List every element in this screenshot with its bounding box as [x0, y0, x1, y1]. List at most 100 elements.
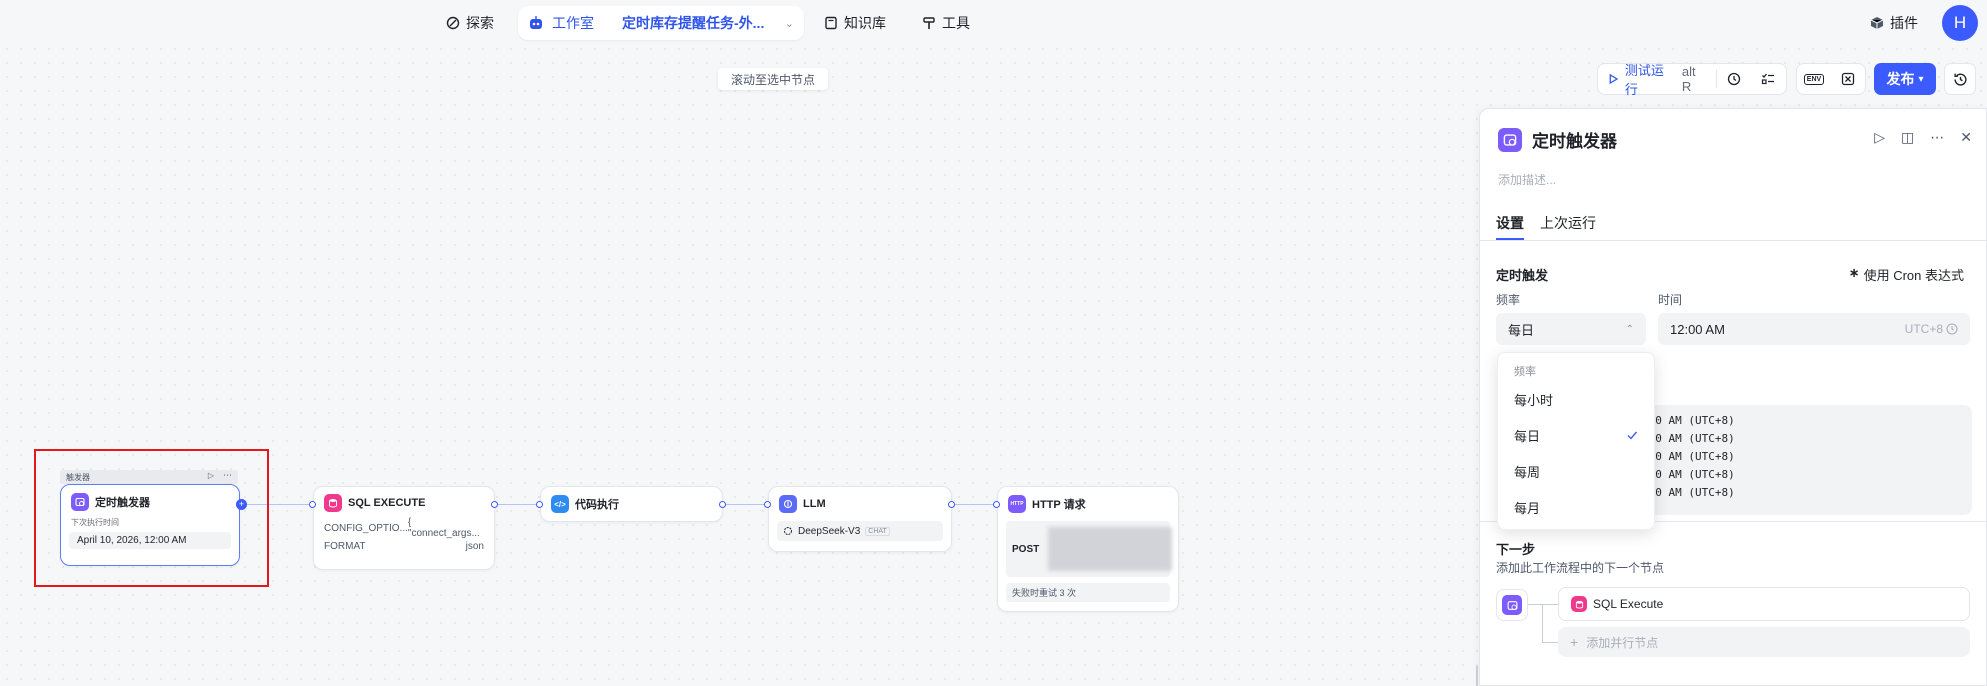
chevron-up-icon: ⌃	[1625, 323, 1634, 335]
nav-knowledge-label: 知识库	[844, 15, 886, 31]
timer-icon	[1502, 595, 1522, 615]
dropdown-option-hourly[interactable]: 每小时	[1498, 381, 1654, 417]
dropdown-option-weekly[interactable]: 每周	[1498, 453, 1654, 489]
more-icon[interactable]: ⋯	[223, 470, 232, 481]
preview-line: :00 AM (UTC+8)	[1642, 432, 1735, 445]
code-icon: </>	[551, 495, 569, 513]
debug-history-button[interactable]	[1717, 64, 1751, 94]
dropdown-option-monthly[interactable]: 每月	[1498, 489, 1654, 525]
close-icon[interactable]: ✕	[1960, 129, 1972, 146]
trigger-node-title: 定时触发器	[95, 497, 150, 509]
cube-icon	[1870, 17, 1884, 29]
next-node-card[interactable]: SQL Execute	[1558, 587, 1970, 621]
test-run-button[interactable]: 测试运行 alt R	[1598, 63, 1716, 97]
schedule-preview: :00 AM (UTC+8) :00 AM (UTC+8) :00 AM (UT…	[1640, 405, 1972, 515]
trigger-group-text: 触发器	[66, 473, 90, 482]
top-nav: 探索 工作室 定时库存提醒任务-外... ⌄ 知识库 工具 插件 H	[0, 0, 1987, 46]
nav-plugins[interactable]: 插件	[1870, 11, 1918, 35]
tab-last-run[interactable]: 上次运行	[1540, 213, 1596, 233]
nav-workflow-tab[interactable]: 工作室 定时库存提醒任务-外... ⌄	[518, 6, 804, 40]
test-run-label: 测试运行	[1624, 63, 1664, 97]
database-icon	[324, 494, 342, 512]
llm-node[interactable]: LLM DeepSeek-V3 CHAT	[768, 486, 952, 552]
llm-input-port[interactable]	[764, 501, 771, 508]
clock-icon	[1946, 323, 1958, 335]
connector-line	[1542, 642, 1558, 643]
sql-row-format: FORMAT json	[314, 537, 494, 555]
model-logo-icon	[784, 527, 792, 535]
sql-output-port[interactable]	[491, 501, 498, 508]
nav-plugins-label: 插件	[1890, 15, 1918, 31]
option-label: 每月	[1514, 500, 1541, 516]
nav-studio-label: 工作室	[552, 15, 594, 31]
history-icon	[1953, 73, 1967, 86]
publish-label: 发布	[1886, 71, 1915, 87]
timer-icon	[71, 493, 89, 511]
freq-label: 频率	[1496, 293, 1521, 307]
code-output-port[interactable]	[719, 501, 726, 508]
panel-resize-handle[interactable]	[1476, 666, 1478, 686]
panel-header: 定时触发器	[1498, 127, 1617, 152]
run-node-icon[interactable]: ▷	[1874, 129, 1885, 146]
http-request-node[interactable]: HTTP HTTP 请求 POST 失败时重试 3 次	[997, 486, 1179, 612]
time-picker[interactable]: 12:00 AM UTC+8	[1658, 313, 1970, 345]
publish-button[interactable]: 发布 ▾	[1874, 63, 1936, 95]
llm-model-row: DeepSeek-V3 CHAT	[777, 521, 943, 541]
code-exec-node[interactable]: </> 代码执行	[540, 486, 723, 522]
play-icon[interactable]: ▷	[208, 471, 214, 480]
option-label: 每周	[1514, 464, 1541, 480]
run-toolbar: 测试运行 alt R	[1597, 63, 1787, 97]
http-input-port[interactable]	[993, 501, 1000, 508]
sql-node-title: SQL EXECUTE	[348, 497, 426, 509]
variable-icon	[1841, 72, 1855, 86]
edge-llm-http	[952, 504, 997, 505]
sql-input-port[interactable]	[309, 501, 316, 508]
variable-button[interactable]	[1831, 64, 1865, 94]
scroll-to-selected-button[interactable]: 滚动至选中节点	[718, 68, 828, 90]
next-step-desc: 添加此工作流程中的下一个节点	[1496, 561, 1665, 575]
redacted-url-block	[1048, 527, 1172, 571]
description-input[interactable]: 添加描述...	[1498, 171, 1556, 188]
add-parallel-button[interactable]: + 添加并行节点	[1558, 627, 1970, 657]
timezone-label: UTC+8	[1904, 322, 1943, 336]
tab-settings[interactable]: 设置	[1496, 213, 1524, 240]
plus-icon: +	[1570, 634, 1579, 650]
preview-line: :00 AM (UTC+8)	[1642, 468, 1735, 481]
trigger-group-label: 触发器 ▷ ⋯	[60, 470, 238, 484]
checklist-button[interactable]	[1751, 64, 1785, 94]
nav-tools[interactable]: 工具	[922, 11, 970, 35]
sql-execute-node[interactable]: SQL EXECUTE CONFIG_OPTIO... { "connect_a…	[313, 486, 495, 570]
chevron-down-icon: ▾	[1918, 73, 1924, 85]
trigger-next-label: 下次执行时间	[71, 518, 119, 527]
preview-line: :00 AM (UTC+8)	[1642, 414, 1735, 427]
play-icon	[1609, 73, 1619, 85]
avatar[interactable]: H	[1942, 5, 1978, 41]
cron-toggle[interactable]: ∗ 使用 Cron 表达式	[1849, 265, 1964, 284]
dropdown-option-daily[interactable]: 每日	[1498, 417, 1654, 453]
chevron-down-icon[interactable]: ⌄	[785, 17, 794, 30]
sql-row-key: CONFIG_OPTIO...	[324, 522, 408, 534]
trigger-node[interactable]: 定时触发器 下次执行时间 April 10, 2026, 12:00 AM	[60, 484, 240, 566]
http-retry: 失败时重试 3 次	[1006, 583, 1170, 602]
time-label: 时间	[1658, 293, 1683, 307]
connector-line	[1542, 604, 1543, 642]
timezone-suffix: UTC+8	[1905, 322, 1958, 336]
trigger-output-port[interactable]: +	[236, 499, 247, 510]
preview-line: :00 AM (UTC+8)	[1642, 450, 1735, 463]
split-view-icon[interactable]: ◫	[1901, 129, 1914, 146]
sql-row-key: FORMAT	[324, 540, 366, 552]
llm-output-port[interactable]	[948, 501, 955, 508]
version-history-button[interactable]	[1944, 63, 1976, 95]
code-input-port[interactable]	[536, 501, 543, 508]
sql-row-config: CONFIG_OPTIO... { "connect_args...	[314, 517, 494, 539]
freq-select[interactable]: 每日 ⌃	[1496, 313, 1646, 345]
http-method: POST	[1012, 543, 1040, 555]
panel-title: 定时触发器	[1532, 132, 1617, 151]
next-step-title: 下一步	[1496, 542, 1536, 557]
hammer-icon	[923, 17, 935, 29]
nav-knowledge[interactable]: 知识库	[824, 11, 886, 35]
more-icon[interactable]: ⋯	[1930, 129, 1944, 146]
llm-node-title: LLM	[803, 498, 826, 510]
nav-explore[interactable]: 探索	[446, 11, 494, 35]
env-button[interactable]: ENV	[1797, 64, 1831, 94]
